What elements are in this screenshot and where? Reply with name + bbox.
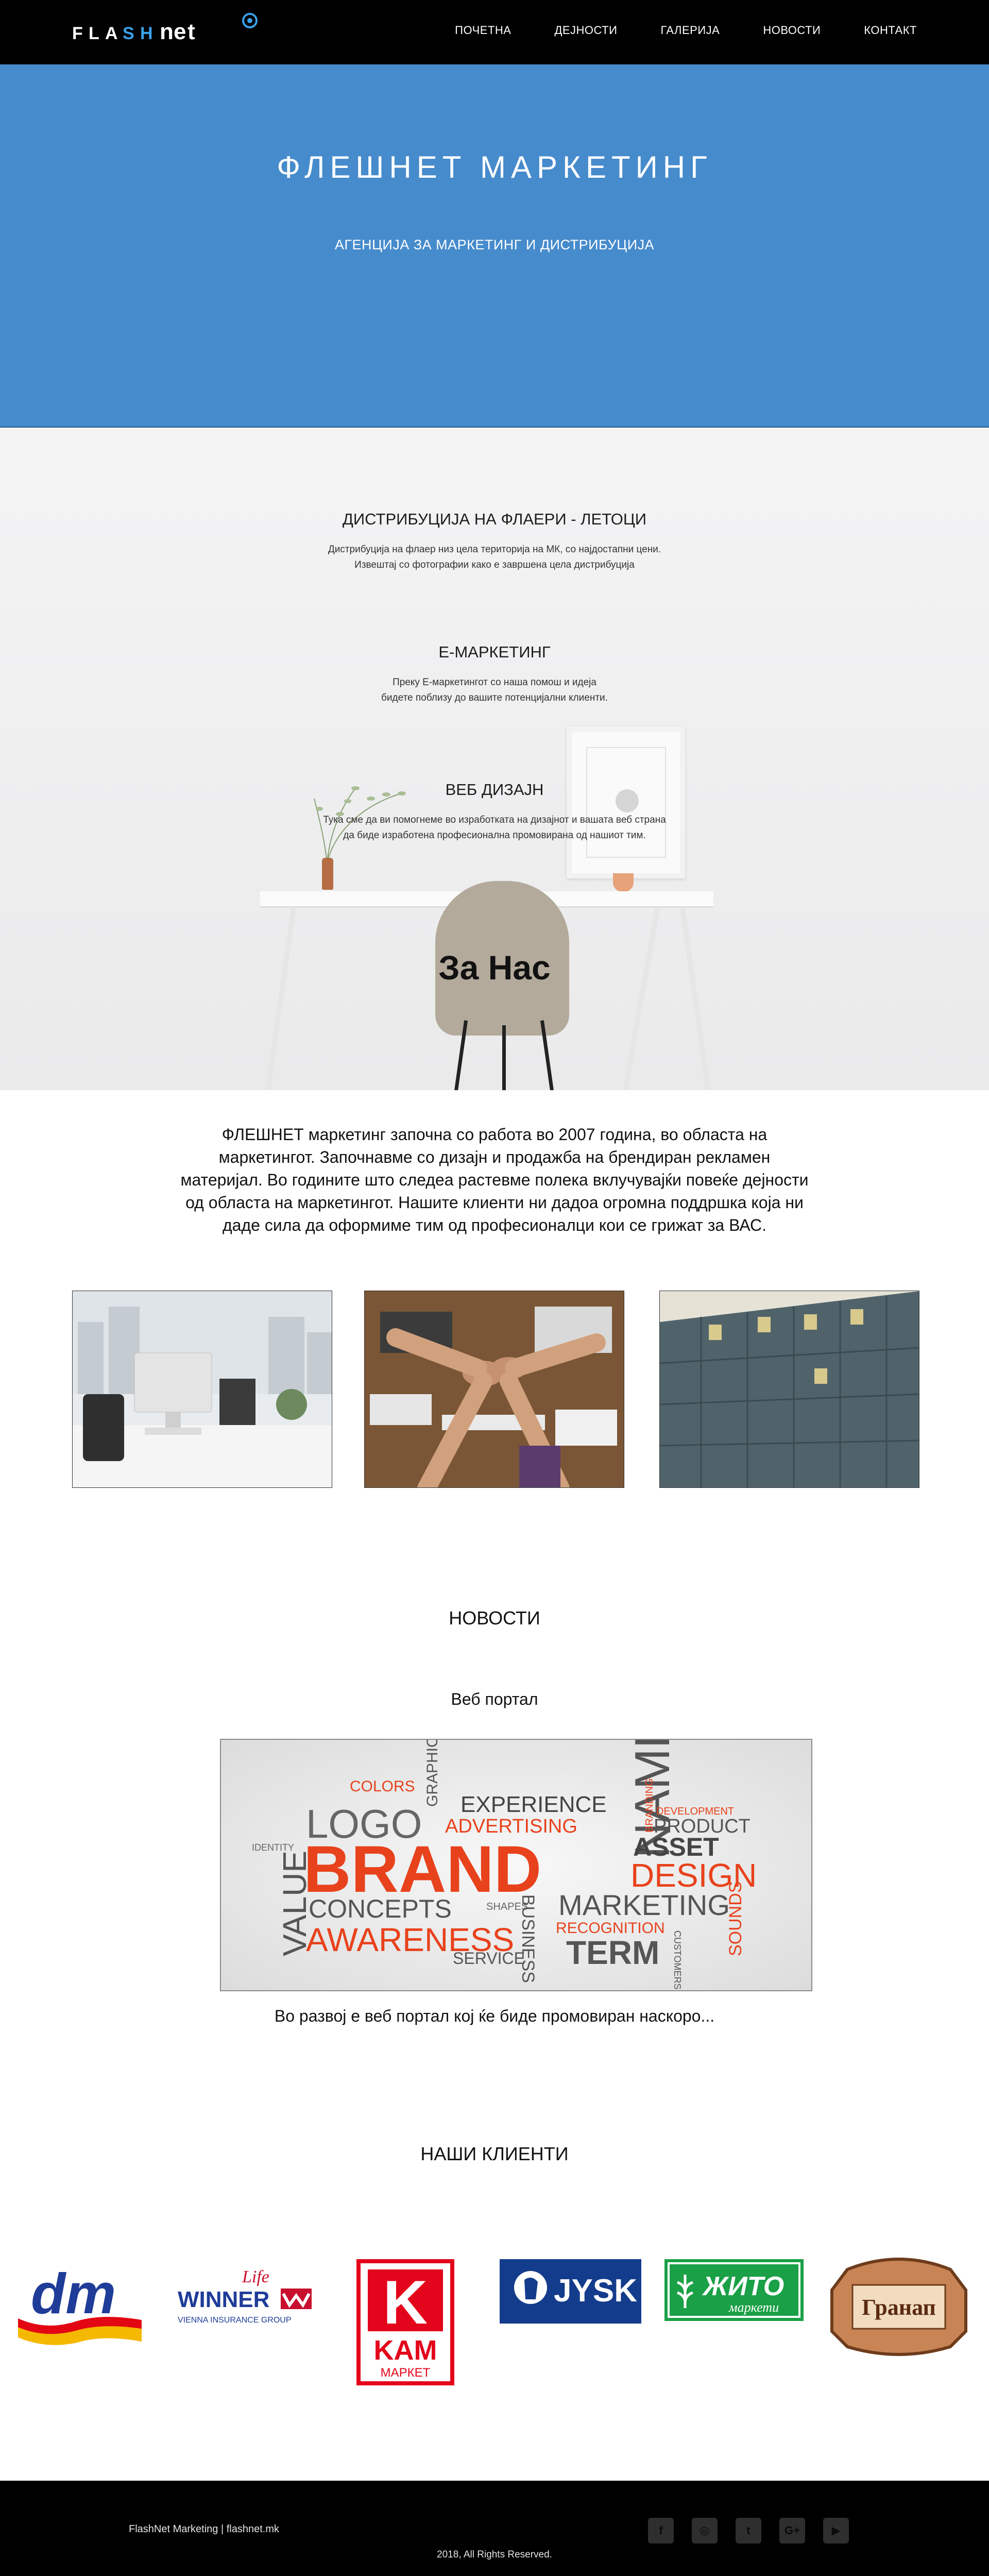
nav-item-news[interactable]: НОВОСТИ bbox=[763, 24, 821, 37]
svg-text:BUSINESS: BUSINESS bbox=[518, 1894, 538, 1983]
service-flyer-distribution: ДИСТРИБУЦИЈА НА ФЛАЕРИ - ЛЕТОЦИ Дистрибу… bbox=[0, 510, 989, 573]
about-line: даде сила да оформиме тим од професионал… bbox=[222, 1216, 766, 1234]
svg-text:CUSTOMERS: CUSTOMERS bbox=[672, 1930, 683, 1990]
youtube-icon[interactable]: ▶ bbox=[823, 2518, 849, 2544]
service-title: ДИСТРИБУЦИЈА НА ФЛАЕРИ - ЛЕТОЦИ bbox=[342, 510, 647, 528]
svg-text:n: n bbox=[160, 19, 174, 44]
svg-text:dm: dm bbox=[31, 2262, 116, 2326]
nav-item-gallery[interactable]: ГАЛЕРИЈА bbox=[660, 24, 720, 37]
facebook-icon[interactable]: f bbox=[648, 2518, 674, 2544]
nav-item-services[interactable]: ДЕЈНОСТИ bbox=[554, 24, 617, 37]
client-logo-jysk[interactable]: JYSK bbox=[500, 2259, 641, 2326]
footer-copyright: 2018, All Rights Reserved. bbox=[437, 2549, 552, 2560]
gallery-photo-teamwork[interactable] bbox=[364, 1291, 624, 1488]
svg-text:F: F bbox=[72, 24, 89, 43]
svg-text:EXPERIENCE: EXPERIENCE bbox=[461, 1792, 607, 1817]
service-e-marketing: Е-МАРКЕТИНГ Преку Е-маркетингот со наша … bbox=[0, 643, 989, 706]
news-subtitle: Веб портал bbox=[451, 1690, 538, 1708]
svg-text:CONCEPTS: CONCEPTS bbox=[309, 1894, 452, 1923]
service-description: да биде изработена професионална промови… bbox=[343, 830, 646, 841]
client-logo-kam[interactable]: K KAM МАРКЕТ bbox=[356, 2259, 454, 2388]
svg-text:MARKETING: MARKETING bbox=[558, 1889, 730, 1921]
svg-text:МАРКЕТ: МАРКЕТ bbox=[381, 2366, 431, 2380]
svg-text:GRAPHICS: GRAPHICS bbox=[424, 1740, 441, 1807]
about-line: ФЛЕШНЕТ маркетинг започна со работа во 2… bbox=[221, 1125, 768, 1144]
service-description: Преку Е-маркетингот со наша помош и идеј… bbox=[393, 677, 596, 688]
service-title: ВЕБ ДИЗАЈН bbox=[445, 781, 544, 799]
svg-text:JYSK: JYSK bbox=[554, 2273, 637, 2309]
hero-banner: ФЛЕШНЕТ МАРКЕТИНГ АГЕНЦИЈА ЗА МАРКЕТИНГ … bbox=[0, 64, 989, 428]
instagram-icon[interactable]: ◎ bbox=[692, 2518, 718, 2544]
client-logo-dm[interactable]: dm bbox=[15, 2259, 144, 2349]
service-description: Тука сме да ви помогнеме во изработката … bbox=[323, 815, 666, 825]
nav-item-contact[interactable]: КОНТАКТ bbox=[864, 24, 917, 37]
footer-site-name: FlashNet Marketing | flashnet.mk bbox=[129, 2523, 279, 2535]
svg-text:VIENNA INSURANCE GROUP: VIENNA INSURANCE GROUP bbox=[178, 2316, 291, 2325]
nav-item-home[interactable]: ПОЧЕТНА bbox=[455, 24, 511, 37]
about-line: материјал. Во годините што следеа растев… bbox=[180, 1171, 809, 1189]
brand-wordcloud-image[interactable]: COLORS GRAPHICS EXPERIENCE NAME BRANDING… bbox=[220, 1739, 812, 1991]
vase bbox=[322, 858, 333, 890]
service-description: Извештај со фотографии како е завршена ц… bbox=[354, 560, 635, 570]
twitter-icon[interactable]: t bbox=[736, 2518, 761, 2544]
gallery-photo-office[interactable] bbox=[72, 1291, 332, 1488]
service-description: Дистрибуција на флаер низ цела териториј… bbox=[328, 544, 661, 555]
about-heading: За Нас bbox=[438, 948, 551, 987]
google-plus-icon[interactable]: G+ bbox=[779, 2518, 805, 2544]
news-caption: Во развој е веб портал кој ќе биде промо… bbox=[274, 2007, 715, 2025]
svg-text:t: t bbox=[187, 19, 195, 44]
svg-text:TERM: TERM bbox=[566, 1934, 659, 1971]
svg-text:SOUNDS: SOUNDS bbox=[726, 1882, 745, 1956]
about-line: од областа на маркетингот. Нашите клиент… bbox=[185, 1193, 804, 1212]
svg-text:ЖИТО: ЖИТО bbox=[702, 2272, 784, 2301]
service-web-design: ВЕБ ДИЗАЈН Тука сме да ви помогнеме во и… bbox=[0, 781, 989, 843]
client-logo-winner[interactable]: Life WINNER VIENNA INSURANCE GROUP bbox=[175, 2267, 314, 2336]
svg-text:S: S bbox=[123, 24, 134, 43]
flashnet-logo[interactable]: F L A S H n e t bbox=[72, 9, 263, 45]
footer: FlashNet Marketing | flashnet.mk 2018, A… bbox=[0, 2481, 989, 2576]
services-section: ДИСТРИБУЦИЈА НА ФЛАЕРИ - ЛЕТОЦИ Дистрибу… bbox=[0, 428, 989, 1090]
svg-text:маркети: маркети bbox=[728, 2300, 779, 2315]
svg-text:SERVICE: SERVICE bbox=[453, 1949, 525, 1968]
gallery-photo-mailboxes[interactable] bbox=[659, 1291, 919, 1488]
news-title: НОВОСТИ bbox=[449, 1607, 540, 1629]
about-line: маркетингот. Започнавме со дизајн и прод… bbox=[218, 1148, 771, 1166]
svg-text:Life: Life bbox=[242, 2267, 269, 2286]
svg-text:Гранап: Гранап bbox=[862, 2295, 936, 2320]
main-menu: ПОЧЕТНА ДЕЈНОСТИ ГАЛЕРИЈА НОВОСТИ КОНТАК… bbox=[455, 24, 917, 37]
svg-text:L: L bbox=[89, 24, 106, 43]
service-description: бидете поблизу до вашите потенцијални кл… bbox=[381, 692, 608, 703]
hero-title: ФЛЕШНЕТ МАРКЕТИНГ bbox=[277, 150, 712, 184]
top-navbar: F L A S H n e t ПОЧЕТНА ДЕЈНОСТИ ГАЛЕРИЈ… bbox=[0, 0, 989, 64]
hero-subtitle: АГЕНЦИЈА ЗА МАРКЕТИНГ И ДИСТРИБУЦИЈА bbox=[334, 237, 655, 252]
about-text: ФЛЕШНЕТ маркетинг започна со работа во 2… bbox=[0, 1123, 989, 1236]
plant-pot bbox=[613, 873, 634, 892]
svg-text:H: H bbox=[140, 24, 153, 43]
svg-text:K: K bbox=[383, 2268, 428, 2337]
client-logo-zhito[interactable]: ЖИТО маркети bbox=[664, 2259, 804, 2324]
svg-text:e: e bbox=[174, 19, 186, 44]
service-title: Е-МАРКЕТИНГ bbox=[438, 643, 551, 661]
svg-text:KAM: KAM bbox=[374, 2335, 437, 2366]
svg-text:A: A bbox=[105, 24, 118, 43]
svg-text:WINNER: WINNER bbox=[178, 2287, 269, 2312]
client-logo-granap[interactable]: Гранап bbox=[827, 2254, 971, 2360]
clients-title: НАШИ КЛИЕНТИ bbox=[420, 2143, 569, 2164]
svg-text:COLORS: COLORS bbox=[350, 1778, 415, 1795]
